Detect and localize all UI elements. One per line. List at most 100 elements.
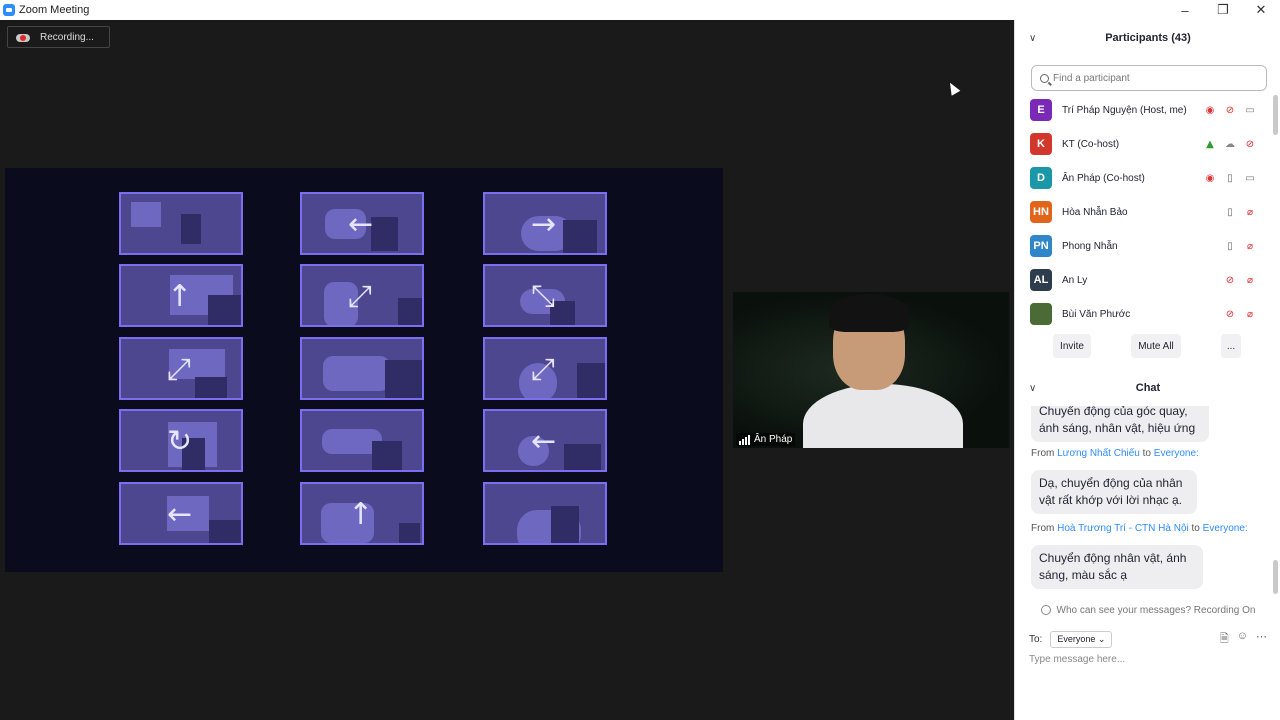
participant-status-icons: ▯ ⌀ [1223,240,1257,252]
storyboard-panel [300,337,424,400]
video-icon: ▭ [1245,172,1255,184]
chat-recipient-row: To: Everyone ⌄ 🗎 ☺ ⋯ [1029,630,1267,648]
participant-name: Phong Nhẫn [1062,240,1118,252]
participant-name: Bùi Văn Phước [1062,308,1131,320]
mute-all-button[interactable]: Mute All [1131,334,1181,358]
participant-name: KT (Co-host) [1062,138,1120,150]
arrow-icon: ⤢ [167,352,191,387]
chat-message-sender: From Hoà Trương Trí - CTN Hà Nội to Ever… [1031,523,1248,534]
video-name-tag: Ân Pháp [736,433,796,446]
window-title: Zoom Meeting [19,4,90,16]
avatar: E [1030,99,1052,121]
chat-messages: Chuyển động của góc quay, ánh sáng, nhân… [1015,406,1280,600]
chat-title: Chat [1135,382,1161,394]
arrow-icon: ⤢ [348,279,372,314]
zoom-app-icon [3,4,15,16]
storyboard-panel: ⤢ [483,337,607,400]
chat-message-bubble: Chuyển động nhân vật, ánh sáng, màu sắc … [1031,545,1203,589]
chat-header: ∨ Chat [1015,370,1280,406]
storyboard-panel: ⤢ [300,264,424,327]
participant-row[interactable]: E Trí Pháp Nguyện (Host, me) ◉ ⊘ ▭ [1015,93,1280,127]
video-off-icon: ⌀ [1246,206,1254,218]
storyboard-panel: → [483,192,607,255]
chevron-down-icon[interactable]: ∨ [1029,33,1036,44]
storyboard-panel: ← [300,192,424,255]
sender-name[interactable]: Hoà Trương Trí - CTN Hà Nội [1057,523,1189,534]
shared-screen: ← → ↑ ⤢ ⤡ ⤢ ⤢ ↻ ← ← ↑ [5,168,723,572]
to-label: To: [1029,633,1043,645]
mic-icon: ▯ [1227,206,1233,218]
chat-visibility-notice[interactable]: Who can see your messages? Recording On [1015,600,1280,620]
more-icon[interactable]: ⋯ [1256,630,1267,649]
more-options-button[interactable]: ... [1221,334,1241,358]
participant-row[interactable]: AL An Ly ⊘ ⌀ [1015,263,1280,297]
participant-name: Trí Pháp Nguyện (Host, me) [1062,104,1187,116]
participants-scrollbar[interactable] [1273,95,1278,135]
storyboard-panel: ← [483,409,607,472]
mic-muted-icon: ⊘ [1245,138,1255,150]
video-off-icon: ⌀ [1246,274,1254,286]
recording-indicator[interactable]: Recording... [7,26,110,48]
storyboard-panel: ⤢ [119,337,243,400]
recipient-select[interactable]: Everyone ⌄ [1050,630,1113,648]
participant-row[interactable]: PN Phong Nhẫn ▯ ⌀ [1015,229,1280,263]
video-participant-name: Ân Pháp [754,434,793,445]
invite-button[interactable]: Invite [1053,334,1091,358]
participant-status-icons: ◉ ⊘ ▭ [1203,104,1257,116]
storyboard-panel: ↑ [119,264,243,327]
arrow-icon: → [531,207,557,242]
avatar: PN [1030,235,1052,257]
storyboard-panel: ↑ [300,482,424,545]
title-bar: Zoom Meeting – ❐ ✕ [0,0,1280,20]
participant-status-icons: ⊘ ⌀ [1223,308,1257,320]
search-placeholder: Find a participant [1053,72,1130,84]
video-area: Recording... ← → ↑ ⤢ ⤡ ⤢ ⤢ ↻ ← ← ↑ Ân Pháp [0,20,1014,720]
arrow-icon: ⤡ [531,279,555,314]
video-off-icon: ⌀ [1246,240,1254,252]
participant-status-icons: ▯ ⌀ [1223,206,1257,218]
avatar: K [1030,133,1052,155]
avatar: AL [1030,269,1052,291]
avatar [1030,303,1052,325]
participant-actions: Invite Mute All ... [1015,334,1280,360]
video-off-icon: ⌀ [1246,308,1254,320]
storyboard-panel: ⤡ [483,264,607,327]
arrow-icon: ← [348,207,374,242]
sender-name[interactable]: Lương Nhất Chiếu [1057,448,1140,459]
chat-scrollbar[interactable] [1273,560,1278,594]
close-button[interactable]: ✕ [1242,0,1280,20]
chat-message-sender: From Lương Nhất Chiếu to Everyone: [1031,448,1199,459]
file-icon[interactable]: 🗎 [1220,630,1229,649]
recipient-name[interactable]: Everyone: [1203,523,1248,534]
participant-row[interactable]: D Ân Pháp (Co-host) ◉ ▯ ▭ [1015,161,1280,195]
participant-row[interactable]: HN Hòa Nhẫn Bảo ▯ ⌀ [1015,195,1280,229]
window-controls: – ❐ ✕ [1166,0,1280,20]
connection-signal-icon [739,434,750,445]
participant-row[interactable]: Bùi Văn Phước ⊘ ⌀ [1015,297,1280,327]
recording-icon: ◉ [1205,104,1215,116]
search-icon [1040,73,1049,83]
camera-video-tile[interactable]: Ân Pháp [733,292,1009,448]
mic-icon: ▯ [1227,172,1233,184]
storyboard-panel: ← [119,482,243,545]
chat-message-input[interactable]: Type message here... [1029,654,1125,665]
participant-list: E Trí Pháp Nguyện (Host, me) ◉ ⊘ ▭ K KT (Co-ho… [1015,93,1280,327]
arrow-icon: ↻ [167,424,193,459]
emoji-icon[interactable]: ☺ [1237,630,1248,649]
participant-status-icons: ⊘ ⌀ [1223,274,1257,286]
recording-label: Recording... [40,31,94,43]
participant-row[interactable]: K KT (Co-host) ▲ ☁ ⊘ [1015,127,1280,161]
chat-tools: 🗎 ☺ ⋯ [1220,630,1267,649]
participant-status-icons: ◉ ▯ ▭ [1203,172,1257,184]
mic-icon: ▯ [1227,240,1233,252]
maximize-button[interactable]: ❐ [1204,0,1242,20]
chevron-down-icon[interactable]: ∨ [1029,383,1036,394]
minimize-button[interactable]: – [1166,0,1204,20]
person-hair [829,294,909,332]
participant-name: An Ly [1062,274,1088,286]
recipient-name[interactable]: Everyone: [1154,448,1199,459]
arrow-icon: ← [167,497,193,532]
recording-icon: ◉ [1205,172,1215,184]
arrow-icon: ↑ [167,279,193,314]
participant-search-input[interactable]: Find a participant [1031,65,1267,91]
